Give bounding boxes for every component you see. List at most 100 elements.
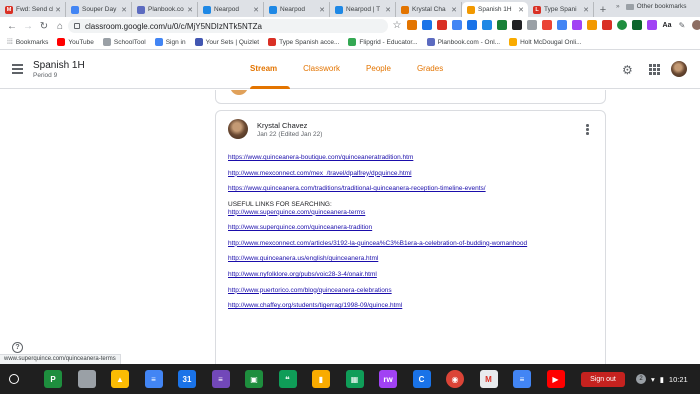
bookmark-item[interactable]: Planbook.com - Onl... (426, 38, 500, 46)
extension-icon[interactable] (557, 20, 567, 30)
bookmarks-apps[interactable]: ⁞⁞⁞ Bookmarks (7, 39, 48, 46)
new-tab-icon[interactable]: + (594, 2, 612, 17)
address-bar[interactable]: classroom.google.com/u/0/c/MjY5NDIzNTk5N… (68, 19, 388, 33)
tab-classwork[interactable]: Classwork (303, 64, 340, 73)
home-icon[interactable]: ⌂ (52, 21, 68, 32)
extension-icon[interactable] (632, 20, 642, 30)
extension-icon[interactable] (512, 20, 522, 30)
post-link[interactable]: http://www.chaffey.org/students/tigerrag… (228, 302, 598, 310)
star-icon[interactable]: ☆ (392, 20, 402, 31)
close-tab-icon[interactable]: ✕ (319, 6, 325, 14)
extension-icon[interactable] (587, 20, 597, 30)
bookmark-item[interactable]: SchoolTool (102, 38, 146, 46)
tab-people[interactable]: People (366, 64, 391, 73)
post-link[interactable]: http://www.mexconnect.com/articles/3192-… (228, 240, 598, 248)
shelf-app-keep-icon[interactable]: ▮ (312, 370, 330, 388)
profile-avatar[interactable] (692, 20, 700, 30)
browser-tab[interactable]: Souper Day ✕ (66, 2, 132, 17)
help-icon[interactable]: ? (12, 342, 23, 353)
extension-icon[interactable] (497, 20, 507, 30)
shelf-app-docs-icon[interactable]: ≡ (144, 370, 163, 388)
close-tab-icon[interactable]: ✕ (518, 6, 524, 14)
post-link[interactable]: http://www.nyfolklore.org/pubs/voic28-3-… (228, 271, 598, 279)
post-link[interactable]: http://www.puertorico.com/blog/quinceane… (228, 287, 598, 295)
folder-icon (625, 3, 634, 10)
shelf-app-citrix-icon[interactable]: C (412, 370, 431, 388)
close-tab-icon[interactable]: ✕ (187, 6, 193, 14)
post-link[interactable]: http://www.quinceanera.us/english/quince… (228, 255, 598, 263)
close-tab-icon[interactable]: ✕ (253, 6, 259, 14)
launcher-icon[interactable] (9, 374, 19, 384)
bookmark-item[interactable]: Holt McDougal Onli... (509, 38, 582, 46)
class-title[interactable]: Spanish 1H (33, 60, 85, 71)
shelf-app-sheets-icon[interactable]: ▦ (345, 370, 364, 388)
system-tray[interactable]: 2 ▾ ▮ 10:21 (636, 374, 688, 384)
shelf-app-classroom-icon[interactable]: P (44, 370, 62, 388)
browser-tab[interactable]: Krystal Cha ✕ (396, 2, 462, 17)
browser-tab[interactable]: Nearpod ✕ (198, 2, 264, 17)
translate-icon[interactable]: Aa (662, 20, 672, 30)
forward-icon[interactable]: → (20, 21, 36, 32)
close-tab-icon[interactable]: ✕ (385, 6, 391, 14)
shelf-app-forms-icon[interactable]: ≡ (211, 370, 230, 388)
back-icon[interactable]: ← (4, 21, 20, 32)
shelf-app-drive-icon[interactable]: ▲ (111, 370, 129, 388)
extension-icon[interactable] (437, 20, 447, 30)
extension-icon[interactable] (422, 20, 432, 30)
reload-icon[interactable]: ↻ (36, 21, 52, 32)
extension-icon[interactable] (542, 20, 552, 30)
bookmark-item[interactable]: YouTube (57, 38, 94, 46)
shelf-app-classroom-2-icon[interactable]: ▣ (245, 370, 263, 388)
browser-tab[interactable]: Spanish 1H ✕ (462, 2, 528, 17)
previous-post-card (215, 90, 606, 104)
tab-grades[interactable]: Grades (417, 64, 443, 73)
shelf-app-docs-2-icon[interactable]: ≡ (513, 370, 531, 388)
post-link[interactable]: http://www.superquince.com/quinceanera-t… (228, 224, 598, 232)
close-tab-icon[interactable]: ✕ (583, 6, 589, 14)
close-tab-icon[interactable]: ✕ (55, 6, 61, 14)
other-bookmarks[interactable]: » Other bookmarks (616, 3, 686, 10)
extension-icon[interactable] (452, 20, 462, 30)
stream-content: Krystal Chavez Jan 22 (Edited Jan 22) ht… (0, 90, 700, 364)
browser-tab[interactable]: Nearpod ✕ (264, 2, 330, 17)
account-avatar[interactable] (671, 61, 687, 77)
post-link[interactable]: https://www.quinceanera-boutique.com/qui… (228, 154, 598, 162)
sign-out-button[interactable]: Sign out (581, 372, 625, 387)
google-apps-icon[interactable] (649, 64, 660, 75)
shelf-app-gmail-icon[interactable]: M (479, 370, 498, 388)
shelf-app-slides-yellow-icon[interactable] (77, 370, 96, 388)
shelf-app-youtube-icon[interactable]: ▶ (546, 370, 565, 388)
browser-tab[interactable]: Planbook.co ✕ (132, 2, 198, 17)
hamburger-menu-icon[interactable] (12, 64, 23, 76)
browser-tab[interactable]: M Fwd: Send cl ✕ (0, 2, 66, 17)
browser-tab[interactable]: L Type Spani ✕ (528, 2, 594, 17)
close-tab-icon[interactable]: ✕ (451, 6, 457, 14)
shelf-app-calendar-icon[interactable]: 31 (178, 370, 196, 388)
extension-icon[interactable] (647, 20, 657, 30)
bookmark-item[interactable]: Type Spanish acce... (268, 38, 339, 46)
more-options-icon[interactable] (586, 124, 589, 136)
extensions-menu-icon[interactable]: ✎ (677, 20, 687, 30)
post-link[interactable]: http://www.mexconnect.com/mex_/travel/dp… (228, 170, 598, 178)
shelf-app-read-write-icon[interactable]: rw (379, 370, 397, 388)
shelf-app-chrome-icon[interactable]: ◉ (446, 370, 464, 388)
close-tab-icon[interactable]: ✕ (121, 6, 127, 14)
extension-icon[interactable] (617, 20, 627, 30)
settings-gear-icon[interactable]: ⚙ (622, 63, 633, 77)
bookmark-item[interactable]: Sign in (154, 38, 186, 46)
tab-stream[interactable]: Stream (250, 64, 277, 73)
tab-title: Planbook.co (148, 6, 184, 13)
bookmark-item[interactable]: Flipgrid - Educator... (348, 38, 418, 46)
shelf-app-hangouts-icon[interactable]: ❝ (278, 370, 297, 388)
extension-icon[interactable] (602, 20, 612, 30)
post-link[interactable]: http://www.superquince.com/quinceanera-t… (228, 209, 598, 217)
extension-icon[interactable] (572, 20, 582, 30)
extension-icon[interactable] (527, 20, 537, 30)
extension-icon[interactable] (482, 20, 492, 30)
extension-icon[interactable] (407, 20, 417, 30)
extension-icon[interactable] (467, 20, 477, 30)
post-link[interactable]: https://www.quinceanera.com/traditions/t… (228, 185, 598, 193)
browser-tab[interactable]: Nearpod | T ✕ (330, 2, 396, 17)
bookmark-item[interactable]: Your Sets | Quizlet (194, 38, 259, 46)
